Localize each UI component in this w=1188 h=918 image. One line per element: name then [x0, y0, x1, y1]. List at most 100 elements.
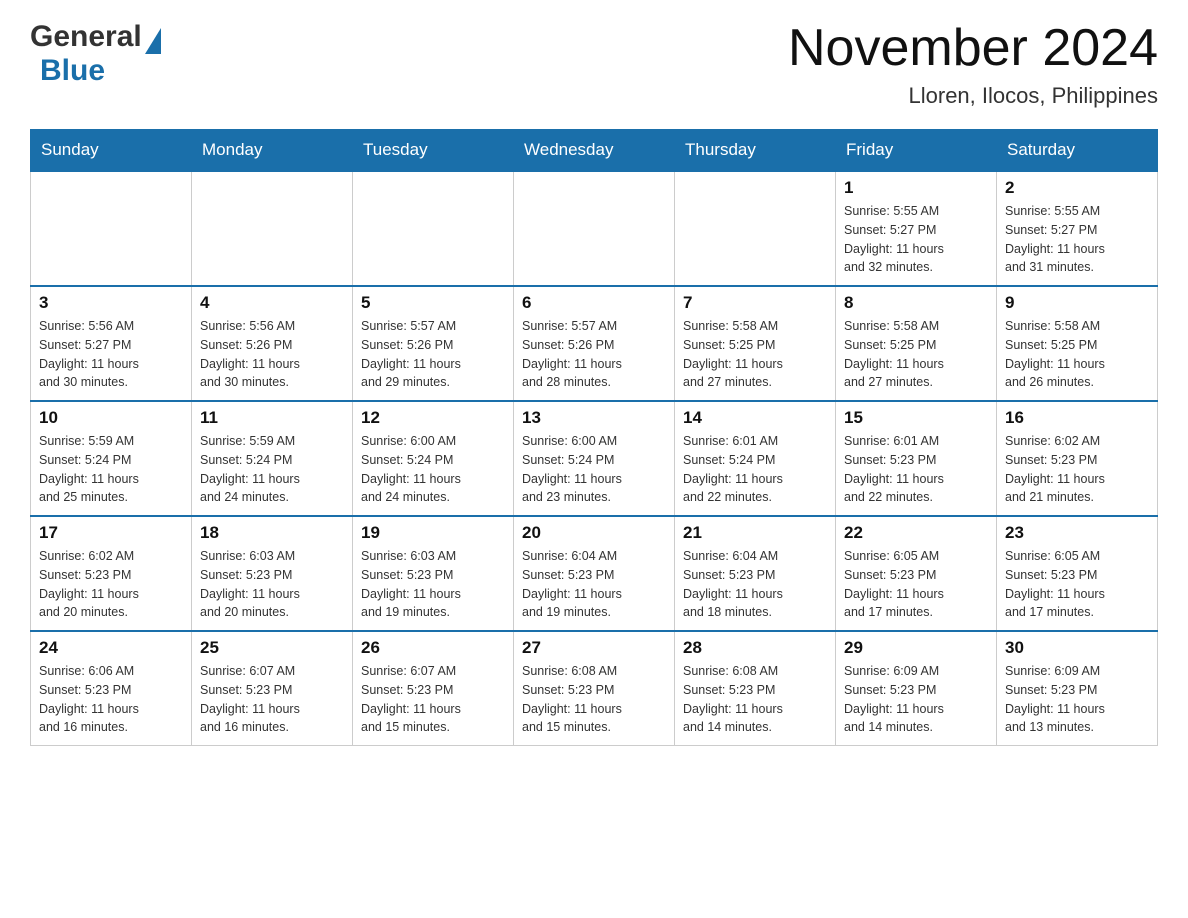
logo-general-text: General — [30, 20, 142, 54]
calendar-cell: 25 Sunrise: 6:07 AM Sunset: 5:23 PM Dayli… — [192, 631, 353, 746]
day-info: Sunrise: 6:01 AM Sunset: 5:24 PM Dayligh… — [683, 432, 827, 507]
calendar-cell: 12Sunrise: 6:00 AM Sunset: 5:24 PM Dayli… — [353, 401, 514, 516]
calendar-cell: 28 Sunrise: 6:08 AM Sunset: 5:23 PM Dayli… — [675, 631, 836, 746]
calendar-cell: 29Sunrise: 6:09 AM Sunset: 5:23 PM Dayli… — [836, 631, 997, 746]
calendar-cell: 19 Sunrise: 6:03 AM Sunset: 5:23 PM Dayli… — [353, 516, 514, 631]
calendar-cell: 2 Sunrise: 5:55 AM Sunset: 5:27 PM Daylig… — [997, 171, 1158, 286]
calendar-week-row: 1 Sunrise: 5:55 AM Sunset: 5:27 PM Daylig… — [31, 171, 1158, 286]
day-info: Sunrise: 5:57 AM Sunset: 5:26 PM Dayligh… — [522, 317, 666, 392]
calendar-cell: 10Sunrise: 5:59 AM Sunset: 5:24 PM Dayli… — [31, 401, 192, 516]
calendar-cell — [514, 171, 675, 286]
calendar-cell: 26 Sunrise: 6:07 AM Sunset: 5:23 PM Dayli… — [353, 631, 514, 746]
day-number: 23 — [1005, 523, 1149, 543]
day-info: Sunrise: 6:03 AM Sunset: 5:23 PM Dayligh… — [200, 547, 344, 622]
day-number: 7 — [683, 293, 827, 313]
day-info: Sunrise: 6:04 AM Sunset: 5:23 PM Dayligh… — [683, 547, 827, 622]
day-info: Sunrise: 6:02 AM Sunset: 5:23 PM Dayligh… — [39, 547, 183, 622]
calendar-cell: 17 Sunrise: 6:02 AM Sunset: 5:23 PM Dayli… — [31, 516, 192, 631]
calendar-cell: 30 Sunrise: 6:09 AM Sunset: 5:23 PM Dayli… — [997, 631, 1158, 746]
day-number: 8 — [844, 293, 988, 313]
calendar-cell: 18 Sunrise: 6:03 AM Sunset: 5:23 PM Dayli… — [192, 516, 353, 631]
weekday-header-row: SundayMondayTuesdayWednesdayThursdayFrid… — [31, 130, 1158, 172]
calendar-cell: 8Sunrise: 5:58 AM Sunset: 5:25 PM Daylig… — [836, 286, 997, 401]
day-info: Sunrise: 5:58 AM Sunset: 5:25 PM Dayligh… — [1005, 317, 1149, 392]
day-info: Sunrise: 6:05 AM Sunset: 5:23 PM Dayligh… — [1005, 547, 1149, 622]
calendar-cell: 27 Sunrise: 6:08 AM Sunset: 5:23 PM Dayli… — [514, 631, 675, 746]
calendar-table: SundayMondayTuesdayWednesdayThursdayFrid… — [30, 129, 1158, 746]
day-info: Sunrise: 6:09 AM Sunset: 5:23 PM Dayligh… — [1005, 662, 1149, 737]
weekday-header-wednesday: Wednesday — [514, 130, 675, 172]
day-info: Sunrise: 6:01 AM Sunset: 5:23 PM Dayligh… — [844, 432, 988, 507]
calendar-week-row: 24 Sunrise: 6:06 AM Sunset: 5:23 PM Dayli… — [31, 631, 1158, 746]
weekday-header-tuesday: Tuesday — [353, 130, 514, 172]
day-number: 26 — [361, 638, 505, 658]
logo: General Blue — [30, 20, 161, 88]
day-info: Sunrise: 5:56 AM Sunset: 5:27 PM Dayligh… — [39, 317, 183, 392]
calendar-cell: 3 Sunrise: 5:56 AM Sunset: 5:27 PM Daylig… — [31, 286, 192, 401]
day-number: 1 — [844, 178, 988, 198]
day-info: Sunrise: 6:05 AM Sunset: 5:23 PM Dayligh… — [844, 547, 988, 622]
calendar-cell: 20 Sunrise: 6:04 AM Sunset: 5:23 PM Dayli… — [514, 516, 675, 631]
day-number: 27 — [522, 638, 666, 658]
day-info: Sunrise: 6:04 AM Sunset: 5:23 PM Dayligh… — [522, 547, 666, 622]
day-number: 16 — [1005, 408, 1149, 428]
weekday-header-sunday: Sunday — [31, 130, 192, 172]
day-number: 28 — [683, 638, 827, 658]
weekday-header-thursday: Thursday — [675, 130, 836, 172]
calendar-cell: 9 Sunrise: 5:58 AM Sunset: 5:25 PM Daylig… — [997, 286, 1158, 401]
weekday-header-friday: Friday — [836, 130, 997, 172]
day-number: 18 — [200, 523, 344, 543]
day-number: 6 — [522, 293, 666, 313]
calendar-cell: 24 Sunrise: 6:06 AM Sunset: 5:23 PM Dayli… — [31, 631, 192, 746]
calendar-cell — [353, 171, 514, 286]
day-number: 17 — [39, 523, 183, 543]
logo-triangle-icon — [145, 28, 161, 54]
day-number: 30 — [1005, 638, 1149, 658]
day-info: Sunrise: 6:08 AM Sunset: 5:23 PM Dayligh… — [683, 662, 827, 737]
day-number: 15 — [844, 408, 988, 428]
day-number: 10 — [39, 408, 183, 428]
weekday-header-saturday: Saturday — [997, 130, 1158, 172]
logo-blue-text: Blue — [40, 54, 105, 88]
day-number: 4 — [200, 293, 344, 313]
calendar-cell: 13Sunrise: 6:00 AM Sunset: 5:24 PM Dayli… — [514, 401, 675, 516]
day-info: Sunrise: 5:55 AM Sunset: 5:27 PM Dayligh… — [844, 202, 988, 277]
calendar-cell: 1 Sunrise: 5:55 AM Sunset: 5:27 PM Daylig… — [836, 171, 997, 286]
month-title: November 2024 — [788, 20, 1158, 77]
calendar-cell — [31, 171, 192, 286]
weekday-header-monday: Monday — [192, 130, 353, 172]
day-number: 19 — [361, 523, 505, 543]
calendar-cell: 11 Sunrise: 5:59 AM Sunset: 5:24 PM Dayli… — [192, 401, 353, 516]
calendar-cell: 7Sunrise: 5:58 AM Sunset: 5:25 PM Daylig… — [675, 286, 836, 401]
day-info: Sunrise: 5:56 AM Sunset: 5:26 PM Dayligh… — [200, 317, 344, 392]
day-number: 14 — [683, 408, 827, 428]
day-number: 2 — [1005, 178, 1149, 198]
day-info: Sunrise: 5:55 AM Sunset: 5:27 PM Dayligh… — [1005, 202, 1149, 277]
page-header: General Blue November 2024 Lloren, Iloco… — [30, 20, 1158, 109]
day-info: Sunrise: 6:02 AM Sunset: 5:23 PM Dayligh… — [1005, 432, 1149, 507]
day-number: 9 — [1005, 293, 1149, 313]
day-number: 5 — [361, 293, 505, 313]
day-info: Sunrise: 6:06 AM Sunset: 5:23 PM Dayligh… — [39, 662, 183, 737]
day-number: 12 — [361, 408, 505, 428]
day-number: 25 — [200, 638, 344, 658]
day-info: Sunrise: 6:07 AM Sunset: 5:23 PM Dayligh… — [361, 662, 505, 737]
day-info: Sunrise: 6:00 AM Sunset: 5:24 PM Dayligh… — [522, 432, 666, 507]
day-info: Sunrise: 6:03 AM Sunset: 5:23 PM Dayligh… — [361, 547, 505, 622]
day-number: 29 — [844, 638, 988, 658]
calendar-cell: 5Sunrise: 5:57 AM Sunset: 5:26 PM Daylig… — [353, 286, 514, 401]
calendar-week-row: 10 Sunrise: 5:59 AM Sunset: 5:24 PM Dayli… — [31, 401, 1158, 516]
day-number: 11 — [200, 408, 344, 428]
day-number: 20 — [522, 523, 666, 543]
calendar-cell: 6 Sunrise: 5:57 AM Sunset: 5:26 PM Daylig… — [514, 286, 675, 401]
day-info: Sunrise: 6:08 AM Sunset: 5:23 PM Dayligh… — [522, 662, 666, 737]
day-number: 24 — [39, 638, 183, 658]
calendar-cell: 23 Sunrise: 6:05 AM Sunset: 5:23 PM Dayli… — [997, 516, 1158, 631]
calendar-week-row: 17 Sunrise: 6:02 AM Sunset: 5:23 PM Dayli… — [31, 516, 1158, 631]
day-info: Sunrise: 6:07 AM Sunset: 5:23 PM Dayligh… — [200, 662, 344, 737]
calendar-cell: 4 Sunrise: 5:56 AM Sunset: 5:26 PM Daylig… — [192, 286, 353, 401]
calendar-cell: 14 Sunrise: 6:01 AM Sunset: 5:24 PM Dayli… — [675, 401, 836, 516]
day-info: Sunrise: 5:59 AM Sunset: 5:24 PM Dayligh… — [200, 432, 344, 507]
day-number: 3 — [39, 293, 183, 313]
calendar-cell: 22Sunrise: 6:05 AM Sunset: 5:23 PM Dayli… — [836, 516, 997, 631]
